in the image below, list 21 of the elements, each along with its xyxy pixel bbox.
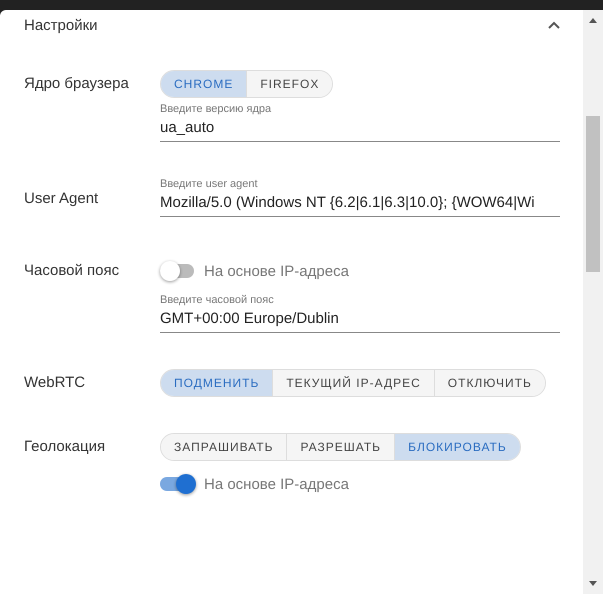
scroll-thumb[interactable] [586,116,600,272]
scrollbar[interactable] [583,10,603,594]
text-field[interactable]: Введите часовой пояс GMT+00:00 Europe/Dublin [160,294,560,333]
setting-label: Часовой пояс [24,261,120,279]
text-field[interactable]: Введите user agent Mozilla/5.0 (Windows NT {6.2|6.1|6.3|10.0}; {WOW64|Wi [160,178,560,217]
toggle-label: На основе IP-адреса [204,262,349,280]
setting-label: Ядро браузера [24,74,130,92]
toggle-switch[interactable] [160,474,196,494]
section-title: Настройки [24,16,98,34]
toggle-switch[interactable] [160,261,196,281]
setting-label: User Agent [24,189,100,207]
toggle-label: На основе IP-адреса [204,476,349,492]
option-button[interactable]: ПОДМЕНИТЬ [161,370,274,396]
option-button[interactable]: ЗАПРАШИВАТЬ [161,434,288,460]
option-button[interactable]: CHROME [161,71,248,97]
setting-label: Геолокация [24,437,106,455]
setting-label: WebRTC [24,373,86,391]
scroll-up-icon[interactable] [588,16,598,24]
text-field[interactable]: Введите версию ядра ua_auto [160,103,560,142]
scroll-down-icon[interactable] [588,580,598,588]
option-button[interactable]: БЛОКИРОВАТЬ [395,434,520,460]
